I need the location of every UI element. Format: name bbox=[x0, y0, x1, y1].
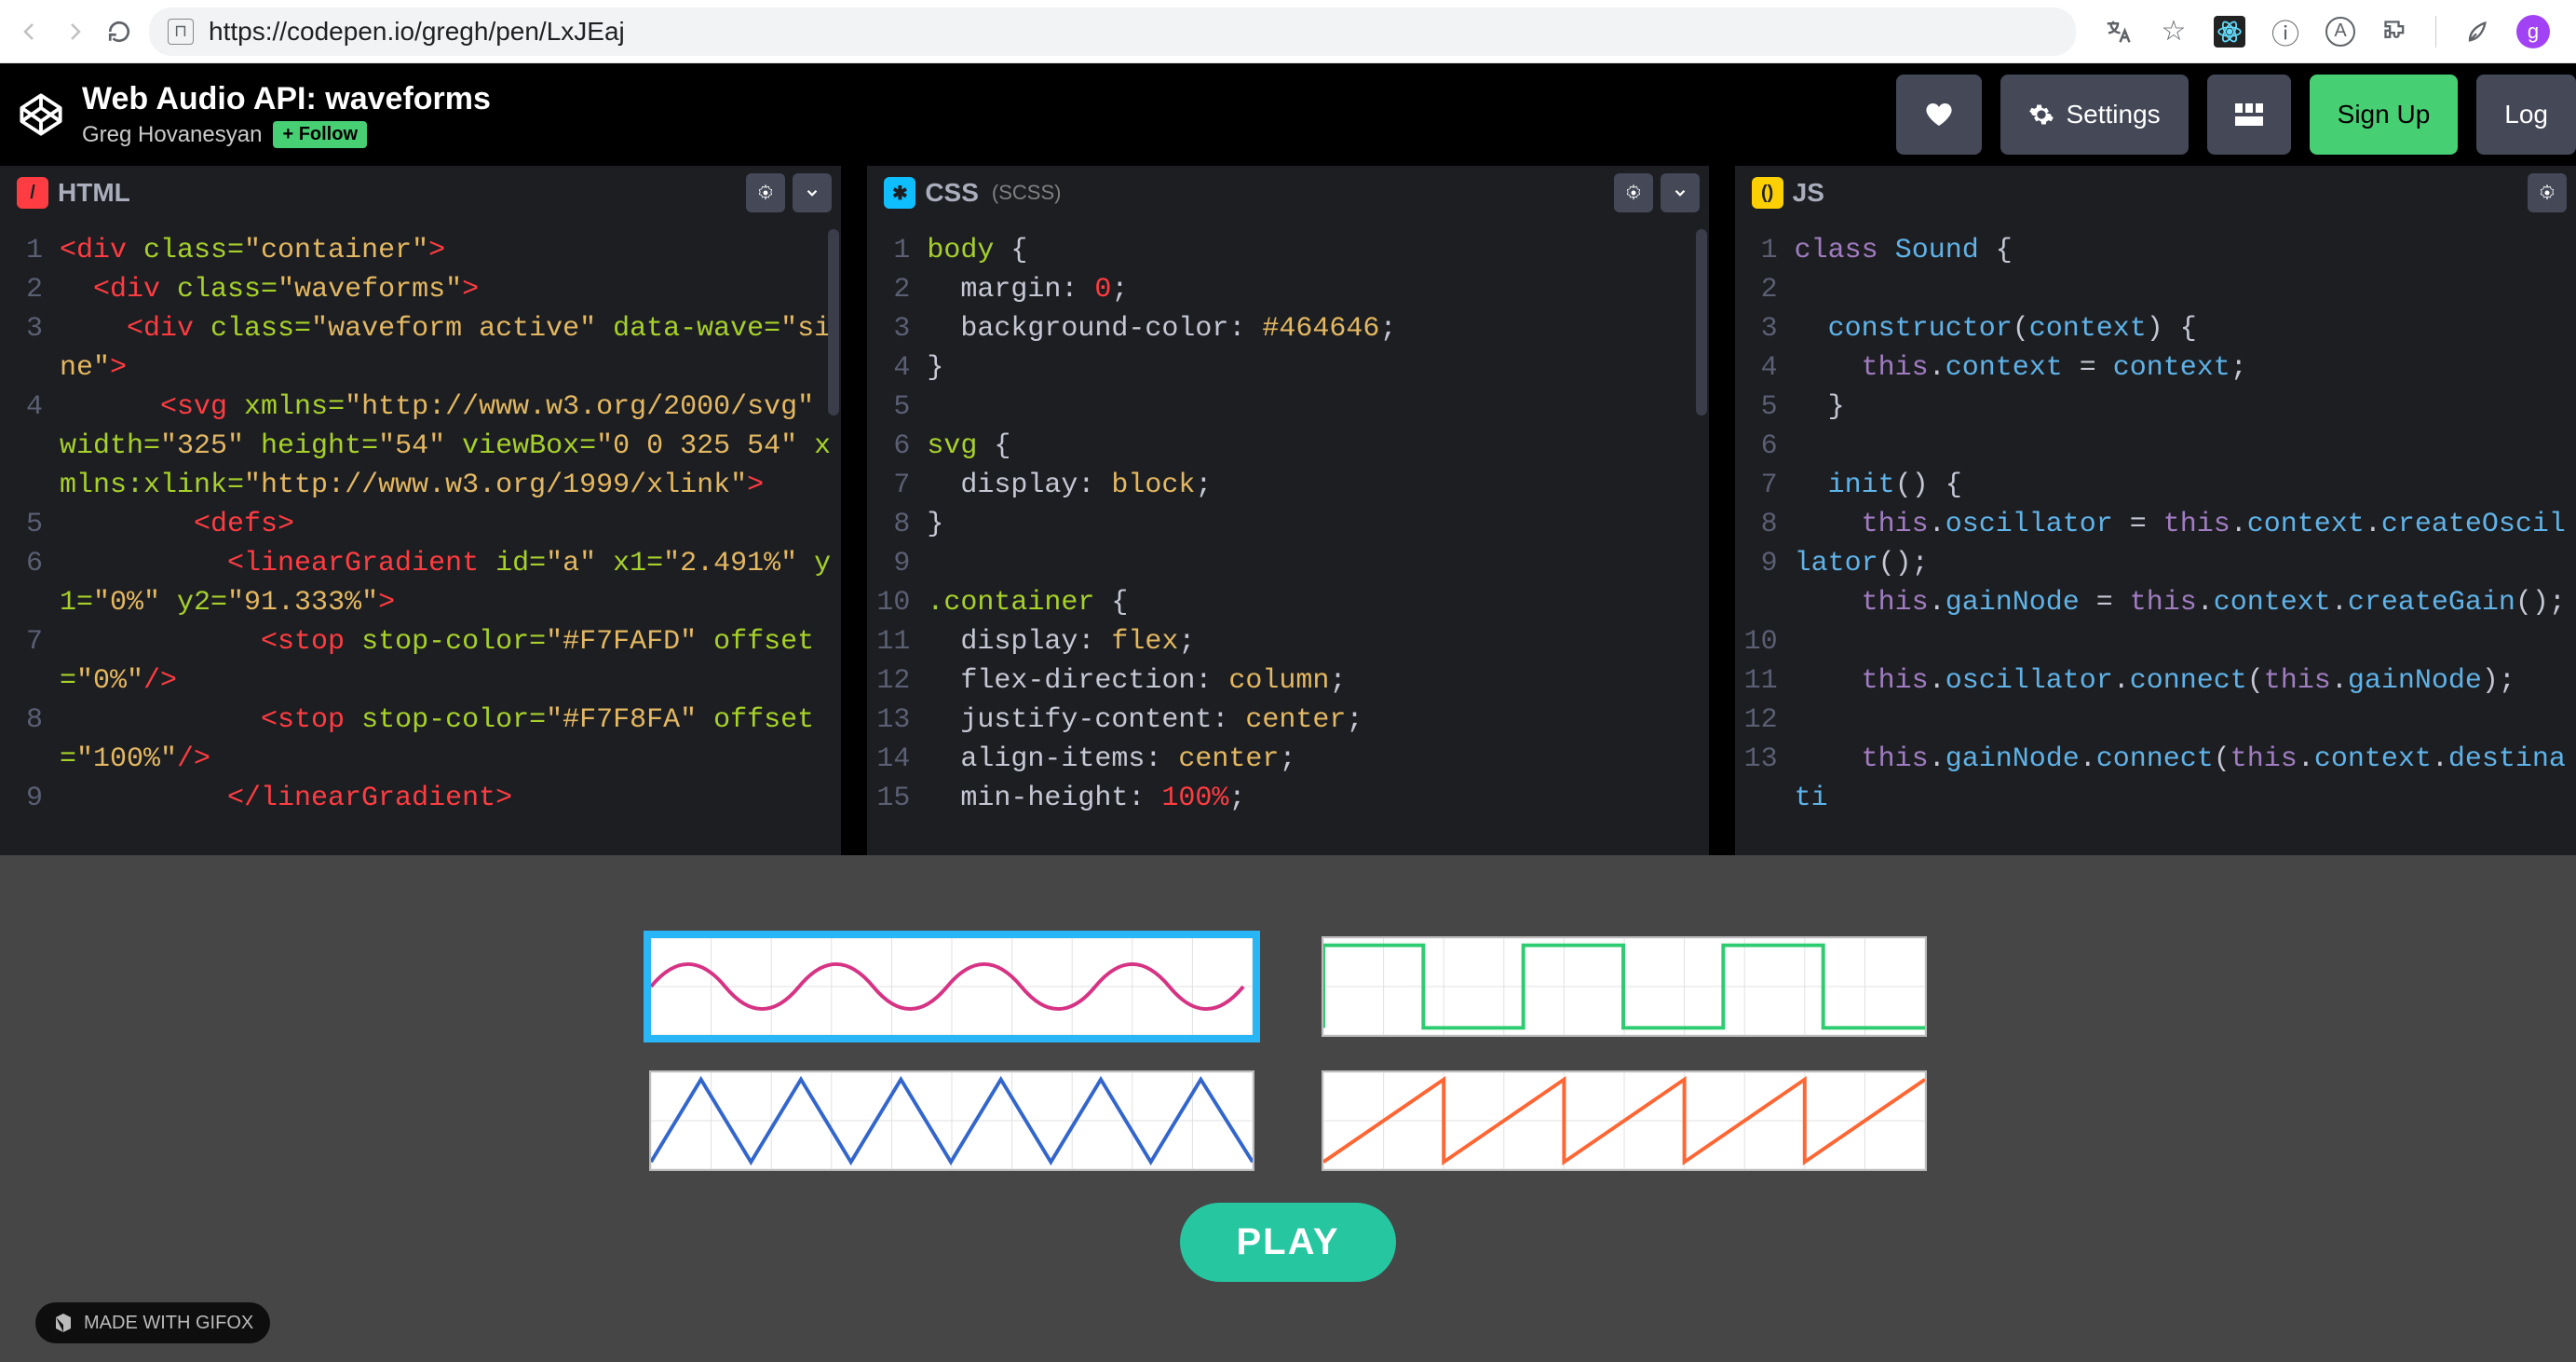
browser-action-icons: ☆ ⓘ A g bbox=[2091, 15, 2561, 48]
pen-title: Web Audio API: waveforms bbox=[82, 81, 1878, 117]
codepen-header: Web Audio API: waveforms Greg Hovanesyan… bbox=[0, 63, 2576, 166]
title-block: Web Audio API: waveforms Greg Hovanesyan… bbox=[82, 81, 1878, 148]
css-badge-icon: ✱ bbox=[884, 177, 915, 209]
css-code[interactable]: body { margin: 0; background-color: #464… bbox=[919, 220, 1708, 855]
html-badge-icon: / bbox=[17, 177, 48, 209]
js-code-area[interactable]: 1 2 3 4 5 6 7 8 9 10 11 12 13 class Soun… bbox=[1735, 220, 2576, 855]
waveform-sine[interactable] bbox=[649, 936, 1254, 1037]
divider bbox=[2435, 16, 2436, 48]
gifox-watermark[interactable]: MADE WITH GIFOX bbox=[35, 1302, 270, 1343]
html-settings-icon[interactable] bbox=[746, 173, 785, 212]
react-devtools-icon[interactable] bbox=[2214, 16, 2245, 48]
waveform-triangle[interactable] bbox=[649, 1070, 1254, 1171]
css-code-area[interactable]: 1 2 3 4 5 6 7 8 9 10 11 12 13 14 15 body… bbox=[867, 220, 1708, 855]
js-settings-icon[interactable] bbox=[2528, 173, 2567, 212]
info-icon[interactable]: ⓘ bbox=[2270, 16, 2301, 48]
css-chevron-down-icon[interactable] bbox=[1661, 173, 1700, 212]
pen-author[interactable]: Greg Hovanesyan bbox=[82, 122, 262, 148]
follow-button[interactable]: + Follow bbox=[273, 121, 367, 148]
love-button[interactable] bbox=[1896, 75, 1982, 155]
css-settings-icon[interactable] bbox=[1614, 173, 1653, 212]
site-info-icon[interactable]: ⊓ bbox=[168, 19, 194, 45]
translate-icon[interactable] bbox=[2102, 16, 2134, 48]
editors-row: / HTML 1 2 3 4 5 6 7 8 9 <div class="con… bbox=[0, 166, 2576, 855]
back-button[interactable] bbox=[15, 17, 45, 47]
js-badge-icon: () bbox=[1752, 177, 1783, 209]
extensions-icon[interactable] bbox=[2379, 16, 2411, 48]
preview-pane: PLAY MADE WITH GIFOX bbox=[0, 855, 2576, 1362]
js-tab-bar: () JS bbox=[1735, 166, 2576, 220]
layout-button[interactable] bbox=[2207, 75, 2291, 155]
html-tab-bar: / HTML bbox=[0, 166, 841, 220]
font-icon[interactable]: A bbox=[2325, 17, 2355, 47]
js-code[interactable]: class Sound { constructor(context) { thi… bbox=[1787, 220, 2576, 855]
html-chevron-down-icon[interactable] bbox=[793, 173, 832, 212]
html-editor: / HTML 1 2 3 4 5 6 7 8 9 <div class="con… bbox=[0, 166, 867, 855]
html-code-area[interactable]: 1 2 3 4 5 6 7 8 9 <div class="container"… bbox=[0, 220, 841, 855]
reload-button[interactable] bbox=[104, 17, 134, 47]
css-gutter: 1 2 3 4 5 6 7 8 9 10 11 12 13 14 15 bbox=[867, 220, 919, 855]
html-gutter: 1 2 3 4 5 6 7 8 9 bbox=[0, 220, 52, 855]
settings-button[interactable]: Settings bbox=[2000, 75, 2188, 155]
css-tab[interactable]: ✱ CSS (SCSS) bbox=[867, 166, 1078, 220]
js-gutter: 1 2 3 4 5 6 7 8 9 10 11 12 13 bbox=[1735, 220, 1787, 855]
waveform-square[interactable] bbox=[1322, 936, 1927, 1037]
html-tab[interactable]: / HTML bbox=[0, 166, 147, 220]
gifox-icon bbox=[52, 1312, 75, 1334]
address-bar[interactable]: ⊓ https://codepen.io/gregh/pen/LxJEaj bbox=[149, 7, 2076, 56]
codepen-logo-icon[interactable] bbox=[19, 92, 63, 137]
css-editor: ✱ CSS (SCSS) 1 2 3 4 5 6 7 8 9 10 11 12 … bbox=[867, 166, 1734, 855]
waveforms-grid bbox=[649, 936, 1927, 1171]
login-button[interactable]: Log bbox=[2476, 75, 2576, 155]
forward-button[interactable] bbox=[60, 17, 89, 47]
html-scrollbar[interactable] bbox=[828, 229, 839, 415]
star-icon[interactable]: ☆ bbox=[2158, 16, 2190, 48]
waveform-sawtooth[interactable] bbox=[1322, 1070, 1927, 1171]
signup-button[interactable]: Sign Up bbox=[2310, 75, 2459, 155]
url-text: https://codepen.io/gregh/pen/LxJEaj bbox=[209, 17, 625, 47]
css-tab-bar: ✱ CSS (SCSS) bbox=[867, 166, 1708, 220]
js-editor: () JS 1 2 3 4 5 6 7 8 9 10 11 12 13 clas… bbox=[1735, 166, 2576, 855]
js-tab[interactable]: () JS bbox=[1735, 166, 1841, 220]
leaf-icon[interactable] bbox=[2461, 16, 2492, 48]
play-button[interactable]: PLAY bbox=[1180, 1203, 1395, 1282]
browser-toolbar: ⊓ https://codepen.io/gregh/pen/LxJEaj ☆ … bbox=[0, 0, 2576, 63]
profile-avatar[interactable]: g bbox=[2516, 15, 2550, 48]
html-code[interactable]: <div class="container"> <div class="wave… bbox=[52, 220, 841, 855]
css-scrollbar[interactable] bbox=[1696, 229, 1707, 415]
